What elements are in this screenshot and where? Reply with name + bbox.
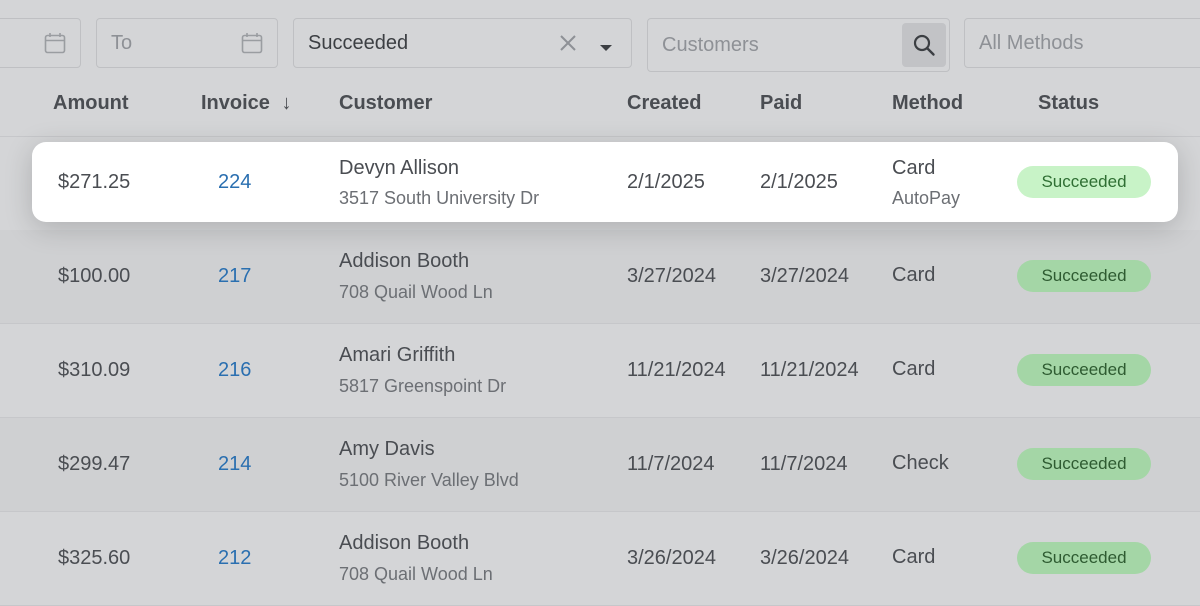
customers-search-input[interactable]: Customers (648, 34, 759, 57)
created-cell: 11/7/2024 (627, 453, 715, 475)
clear-icon[interactable] (559, 34, 577, 57)
invoice-link[interactable]: 224 (218, 171, 251, 194)
search-button[interactable] (902, 23, 946, 67)
customer-address: 708 Quail Wood Ln (339, 282, 493, 302)
amount-cell: $325.60 (58, 547, 131, 569)
created-cell: 3/26/2024 (627, 547, 716, 569)
invoice-link[interactable]: 214 (218, 453, 251, 476)
method-cell: Card (892, 358, 936, 380)
customer-name[interactable]: Addison Booth (339, 250, 469, 273)
customer-address: 708 Quail Wood Ln (339, 564, 493, 584)
invoice-link[interactable]: 217 (218, 265, 251, 288)
column-header-created[interactable]: Created (627, 92, 701, 116)
customer-address: 5817 Greenspoint Dr (339, 376, 507, 396)
created-cell: 2/1/2025 (627, 171, 705, 193)
table-row[interactable]: $271.25 224 Devyn Allison 3517 South Uni… (32, 142, 1178, 222)
calendar-icon[interactable] (241, 32, 263, 54)
column-header-invoice[interactable]: Invoice ↓ (201, 92, 291, 116)
customers-search-field[interactable]: Customers (647, 18, 950, 72)
search-icon (913, 34, 935, 56)
customer-name[interactable]: Amari Griffith (339, 344, 455, 367)
paid-cell: 2/1/2025 (760, 171, 838, 193)
chevron-down-icon[interactable] (599, 39, 613, 57)
invoice-link[interactable]: 212 (218, 547, 251, 570)
customer-name[interactable]: Amy Davis (339, 438, 435, 461)
amount-cell: $271.25 (58, 171, 131, 193)
status-badge: Succeeded (1017, 448, 1151, 480)
paid-cell: 11/7/2024 (760, 453, 848, 475)
methods-filter-value: All Methods (979, 31, 1084, 54)
status-badge: Succeeded (1017, 354, 1151, 386)
customer-address: 5100 River Valley Blvd (339, 470, 519, 490)
table-row[interactable]: $325.60 212 Addison Booth 708 Quail Wood… (0, 512, 1200, 606)
method-cell: Card (892, 264, 936, 286)
column-header-paid[interactable]: Paid (760, 92, 802, 116)
sort-descending-icon: ↓ (281, 92, 292, 114)
method-cell: Card (892, 546, 936, 568)
table-header (0, 84, 1200, 137)
customer-address: 3517 South University Dr (339, 188, 540, 208)
amount-cell: $100.00 (58, 265, 131, 287)
status-filter-value: Succeeded (308, 31, 409, 54)
method-cell: Check (892, 452, 949, 474)
status-badge: Succeeded (1017, 166, 1151, 198)
methods-filter-select[interactable]: All Methods (964, 18, 1200, 68)
paid-cell: 3/26/2024 (760, 547, 849, 569)
column-header-method[interactable]: Method (892, 92, 963, 116)
paid-cell: 11/21/2024 (760, 359, 859, 381)
customer-name[interactable]: Addison Booth (339, 532, 469, 555)
from-date-field[interactable] (0, 18, 81, 68)
amount-cell: $299.47 (58, 453, 131, 475)
table-row[interactable]: $100.00 217 Addison Booth 708 Quail Wood… (0, 230, 1200, 324)
to-date-placeholder: To (111, 31, 133, 54)
status-badge: Succeeded (1017, 260, 1151, 292)
column-header-invoice-label: Invoice (201, 92, 270, 114)
amount-cell: $310.09 (58, 359, 131, 381)
column-header-status[interactable]: Status (1038, 92, 1099, 116)
created-cell: 3/27/2024 (627, 265, 716, 287)
column-header-amount[interactable]: Amount (53, 92, 129, 116)
filter-bar: To Succeeded Customers All Methods (0, 0, 1200, 84)
invoice-link[interactable]: 216 (218, 359, 251, 382)
created-cell: 11/21/2024 (627, 359, 726, 381)
method-sub: AutoPay (892, 188, 961, 208)
status-badge: Succeeded (1017, 542, 1151, 574)
paid-cell: 3/27/2024 (760, 265, 849, 287)
table-row[interactable]: $299.47 214 Amy Davis 5100 River Valley … (0, 418, 1200, 512)
to-date-field[interactable]: To (96, 18, 278, 68)
method-cell: Card (892, 157, 936, 179)
customer-name[interactable]: Devyn Allison (339, 157, 459, 180)
calendar-icon[interactable] (44, 32, 66, 54)
status-filter-select[interactable]: Succeeded (293, 18, 632, 68)
column-header-customer[interactable]: Customer (339, 92, 432, 116)
table-row[interactable]: $310.09 216 Amari Griffith 5817 Greenspo… (0, 324, 1200, 418)
